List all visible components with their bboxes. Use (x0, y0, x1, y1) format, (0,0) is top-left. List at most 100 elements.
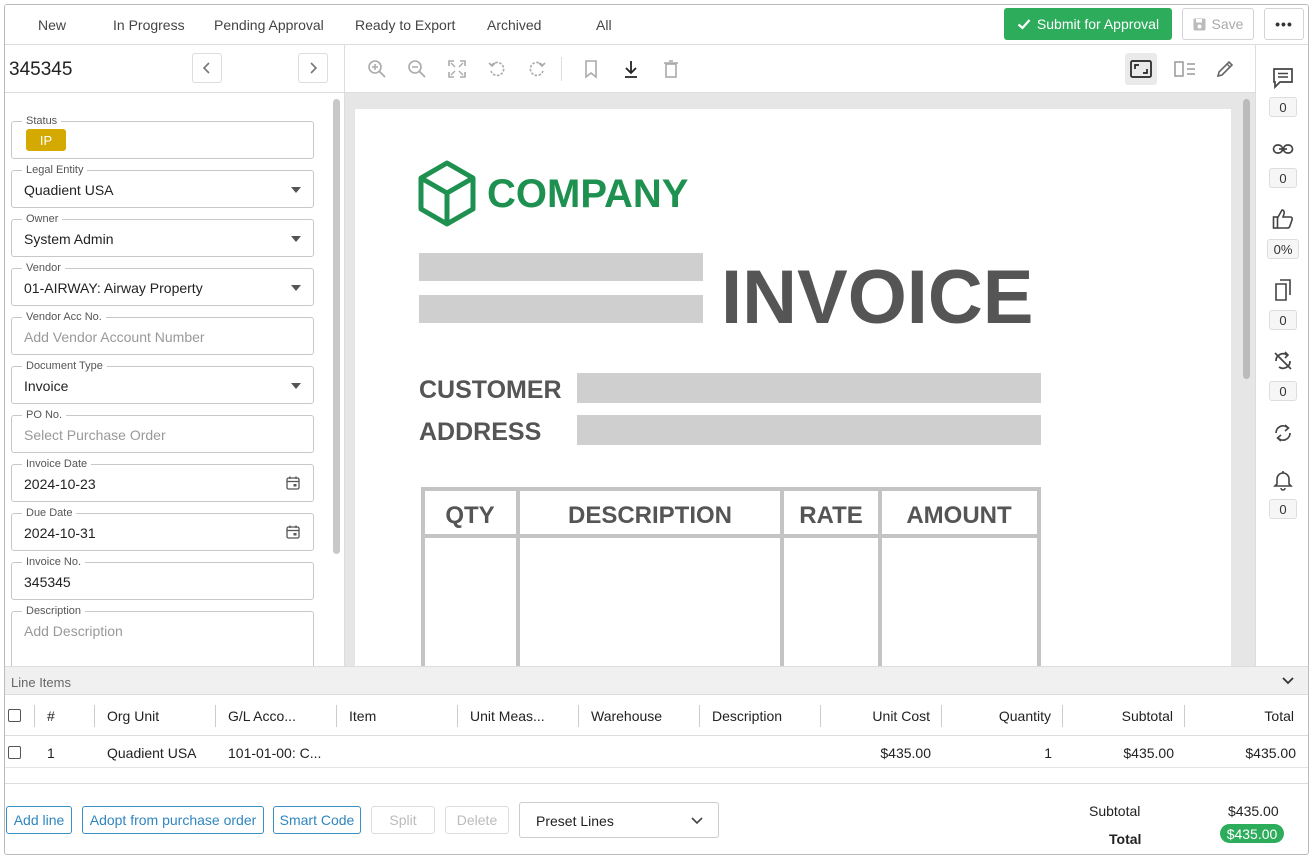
line-items-header[interactable]: Line Items (5, 666, 1308, 695)
document-type-label: Document Type (22, 360, 107, 372)
column-divider (1062, 705, 1063, 727)
comment-count: 0 (1269, 97, 1297, 117)
column-divider (34, 705, 35, 727)
table-row[interactable]: 1 Quadient USA 101-01-00: C... $435.00 1… (5, 736, 1308, 768)
tab-in-progress[interactable]: In Progress (113, 17, 185, 33)
row-gl-account[interactable]: 101-01-00: C... (228, 745, 321, 761)
caret-down-icon (291, 187, 301, 193)
split-view-icon[interactable] (1173, 57, 1197, 81)
po-number-input[interactable]: PO No. Select Purchase Order (11, 409, 314, 453)
bell-icon[interactable] (1272, 469, 1294, 491)
due-date-input[interactable]: Due Date 2024-10-31 (11, 507, 314, 551)
status-label: Status (22, 115, 62, 127)
document-title: 345345 (9, 59, 73, 80)
invoice-col-rate: RATE (799, 502, 863, 529)
legal-entity-select[interactable]: Legal Entity Quadient USA (11, 164, 314, 208)
vendor-account-input[interactable]: Vendor Acc No. Add Vendor Account Number (11, 311, 314, 355)
owner-value: System Admin (24, 231, 114, 247)
rotate-right-icon[interactable] (525, 57, 549, 81)
subtotal-value: $435.00 (1228, 803, 1279, 819)
check-icon (1017, 19, 1031, 30)
approval-percent: 0% (1267, 239, 1299, 259)
row-checkbox[interactable] (8, 746, 21, 759)
col-subtotal[interactable]: Subtotal (1122, 708, 1173, 724)
owner-select[interactable]: Owner System Admin (11, 213, 314, 257)
rotate-left-icon[interactable] (485, 57, 509, 81)
col-item[interactable]: Item (349, 708, 376, 724)
previous-document-button[interactable] (192, 53, 222, 83)
vendor-account-label: Vendor Acc No. (22, 311, 106, 323)
tab-new[interactable]: New (38, 17, 66, 33)
smart-code-button[interactable]: Smart Code (273, 806, 361, 834)
download-icon[interactable] (619, 57, 643, 81)
select-all-checkbox[interactable] (8, 709, 21, 722)
row-org-unit[interactable]: Quadient USA (107, 745, 197, 761)
submit-for-approval-button[interactable]: Submit for Approval (1004, 8, 1172, 40)
col-org-unit[interactable]: Org Unit (107, 708, 159, 724)
invoice-col-description: DESCRIPTION (568, 502, 732, 529)
app-window: New In Progress Pending Approval Ready t… (4, 4, 1309, 855)
save-button[interactable]: Save (1182, 8, 1254, 40)
col-description[interactable]: Description (712, 708, 782, 724)
next-document-button[interactable] (298, 53, 328, 83)
tab-pending-approval[interactable]: Pending Approval (214, 17, 324, 33)
bookmark-icon[interactable] (579, 57, 603, 81)
split-button[interactable]: Split (371, 806, 435, 834)
column-divider (941, 705, 942, 727)
viewer-toolbar (345, 45, 1255, 93)
tab-ready-to-export[interactable]: Ready to Export (355, 17, 455, 33)
preset-lines-select[interactable]: Preset Lines (519, 802, 719, 838)
zoom-out-icon[interactable] (405, 57, 429, 81)
invoice-date-value: 2024-10-23 (24, 476, 96, 492)
col-number[interactable]: # (47, 708, 55, 724)
fields-scrollbar[interactable] (333, 99, 340, 554)
row-quantity[interactable]: 1 (1044, 745, 1052, 761)
preset-lines-label: Preset Lines (536, 813, 614, 829)
copy-icon[interactable] (1272, 279, 1294, 301)
thumbs-up-icon[interactable] (1272, 208, 1294, 230)
invoice-col-amount: AMOUNT (906, 502, 1012, 529)
column-divider (1184, 705, 1185, 727)
calendar-icon[interactable] (285, 475, 301, 491)
line-items-title: Line Items (11, 675, 71, 690)
invoice-number-input[interactable]: Invoice No. 345345 (11, 556, 314, 600)
delete-button[interactable]: Delete (445, 806, 509, 834)
col-gl-account[interactable]: G/L Acco... (228, 708, 296, 724)
zoom-in-icon[interactable] (365, 57, 389, 81)
viewer-scrollbar[interactable] (1243, 99, 1250, 379)
tab-archived[interactable]: Archived (487, 17, 541, 33)
fit-screen-icon[interactable] (445, 57, 469, 81)
trash-icon[interactable] (659, 57, 683, 81)
add-line-button[interactable]: Add line (6, 806, 72, 834)
calendar-icon[interactable] (285, 524, 301, 540)
column-divider (94, 705, 95, 727)
document-header: 345345 (5, 45, 345, 93)
more-options-button[interactable]: ••• (1264, 8, 1304, 40)
invoice-date-input[interactable]: Invoice Date 2024-10-23 (11, 458, 314, 502)
document-fields-panel: 345345 Status IP Legal Entity Quadient U… (5, 45, 345, 666)
tab-all[interactable]: All (596, 17, 612, 33)
vendor-select[interactable]: Vendor 01-AIRWAY: Airway Property (11, 262, 314, 306)
pencil-icon[interactable] (1213, 57, 1237, 81)
chevron-down-icon[interactable] (1281, 674, 1295, 688)
description-textarea[interactable]: Description Add Description (11, 605, 314, 666)
sync-disabled-icon[interactable] (1272, 350, 1294, 372)
link-icon[interactable] (1272, 138, 1294, 160)
row-unit-cost[interactable]: $435.00 (880, 745, 931, 761)
sync-icon[interactable] (1272, 422, 1294, 444)
adopt-from-po-button[interactable]: Adopt from purchase order (82, 806, 264, 834)
row-subtotal: $435.00 (1123, 745, 1174, 761)
po-number-placeholder: Select Purchase Order (24, 427, 166, 443)
document-canvas[interactable]: COMPANY INVOICE CUSTOMER ADDRESS QTY DES… (345, 93, 1255, 666)
col-warehouse[interactable]: Warehouse (591, 708, 662, 724)
fit-view-icon[interactable] (1129, 57, 1153, 81)
col-quantity[interactable]: Quantity (999, 708, 1051, 724)
col-total[interactable]: Total (1264, 708, 1294, 724)
comment-icon[interactable] (1272, 67, 1294, 89)
link-count: 0 (1269, 168, 1297, 188)
due-date-label: Due Date (22, 507, 77, 519)
document-type-select[interactable]: Document Type Invoice (11, 360, 314, 404)
col-unit-measure[interactable]: Unit Meas... (470, 708, 545, 724)
col-unit-cost[interactable]: Unit Cost (872, 708, 930, 724)
legal-entity-label: Legal Entity (22, 164, 88, 176)
